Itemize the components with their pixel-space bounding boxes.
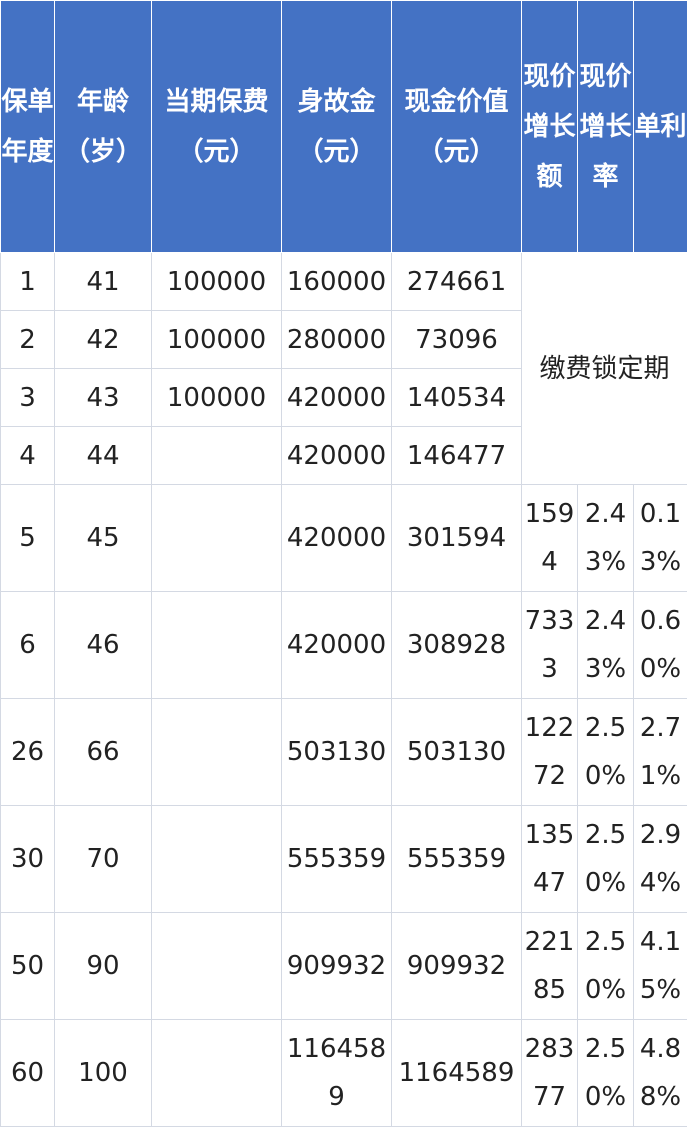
table-row: 6 46 420000 308928 7333 2.43% 0.60% — [0, 591, 687, 699]
cell-cv-increase: 7333 — [521, 591, 578, 699]
cell-year: 30 — [0, 805, 55, 913]
cell-cv-increase: 12272 — [521, 698, 578, 806]
cell-premium — [151, 591, 282, 699]
cell-premium — [151, 912, 282, 1020]
locked-period-cell: 缴费锁定期 — [521, 252, 687, 485]
table-row: 30 70 555359 555359 13547 2.50% 2.94% — [0, 805, 687, 913]
cell-age: 43 — [54, 368, 152, 427]
header-policy-year: 保单年度 — [0, 0, 55, 253]
cell-simple-interest: 0.60% — [633, 591, 687, 699]
cell-premium: 100000 — [151, 252, 282, 311]
cell-premium: 100000 — [151, 310, 282, 369]
cell-premium — [151, 426, 282, 485]
insurance-benefit-table: 保单年度 年龄（岁） 当期保费（元） 身故金（元） 现金价值（元） 现价增长额 … — [0, 0, 687, 1127]
cell-cv-growth-rate: 2.43% — [577, 591, 634, 699]
cell-cash-value: 909932 — [391, 912, 522, 1020]
cell-cv-increase: 13547 — [521, 805, 578, 913]
cell-premium — [151, 484, 282, 592]
cell-death-benefit: 555359 — [281, 805, 392, 913]
header-death-benefit: 身故金（元） — [281, 0, 392, 253]
cell-premium — [151, 1019, 282, 1127]
table-row: 5 45 420000 301594 1594 2.43% 0.13% — [0, 484, 687, 592]
cell-year: 4 — [0, 426, 55, 485]
cell-simple-interest: 4.88% — [633, 1019, 687, 1127]
cell-cash-value: 301594 — [391, 484, 522, 592]
cell-death-benefit: 420000 — [281, 484, 392, 592]
cell-year: 50 — [0, 912, 55, 1020]
cell-premium — [151, 698, 282, 806]
header-age: 年龄（岁） — [54, 0, 152, 253]
header-cash-value: 现金价值（元） — [391, 0, 522, 253]
cell-premium: 100000 — [151, 368, 282, 427]
cell-year: 3 — [0, 368, 55, 427]
cell-year: 1 — [0, 252, 55, 311]
cell-death-benefit: 503130 — [281, 698, 392, 806]
table-row: 1 41 100000 160000 274661 缴费锁定期 — [0, 252, 687, 485]
header-premium: 当期保费（元） — [151, 0, 282, 253]
cell-age: 42 — [54, 310, 152, 369]
cell-cash-value: 73096 — [391, 310, 522, 369]
cell-cash-value: 503130 — [391, 698, 522, 806]
cell-year: 6 — [0, 591, 55, 699]
cell-death-benefit: 280000 — [281, 310, 392, 369]
cell-premium — [151, 805, 282, 913]
cell-cv-increase: 28377 — [521, 1019, 578, 1127]
header-cv-growth-rate: 现价增长率 — [577, 0, 634, 253]
cell-age: 45 — [54, 484, 152, 592]
header-row: 保单年度 年龄（岁） 当期保费（元） 身故金（元） 现金价值（元） 现价增长额 … — [0, 0, 687, 253]
cell-cash-value: 308928 — [391, 591, 522, 699]
table-row: 60 100 1164589 1164589 28377 2.50% 4.88% — [0, 1019, 687, 1127]
cell-year: 5 — [0, 484, 55, 592]
cell-year: 26 — [0, 698, 55, 806]
table-row: 50 90 909932 909932 22185 2.50% 4.15% — [0, 912, 687, 1020]
cell-simple-interest: 2.94% — [633, 805, 687, 913]
cell-cv-increase: 22185 — [521, 912, 578, 1020]
cell-age: 41 — [54, 252, 152, 311]
cell-death-benefit: 1164589 — [281, 1019, 392, 1127]
cell-age: 70 — [54, 805, 152, 913]
cell-cv-growth-rate: 2.50% — [577, 912, 634, 1020]
cell-cv-growth-rate: 2.50% — [577, 805, 634, 913]
cell-year: 60 — [0, 1019, 55, 1127]
cell-cash-value: 146477 — [391, 426, 522, 485]
cell-cv-growth-rate: 2.43% — [577, 484, 634, 592]
cell-death-benefit: 160000 — [281, 252, 392, 311]
cell-simple-interest: 2.71% — [633, 698, 687, 806]
cell-age: 46 — [54, 591, 152, 699]
cell-death-benefit: 420000 — [281, 368, 392, 427]
cell-simple-interest: 0.13% — [633, 484, 687, 592]
cell-age: 100 — [54, 1019, 152, 1127]
cell-age: 90 — [54, 912, 152, 1020]
cell-death-benefit: 420000 — [281, 591, 392, 699]
cell-death-benefit: 420000 — [281, 426, 392, 485]
cell-year: 2 — [0, 310, 55, 369]
cell-simple-interest: 4.15% — [633, 912, 687, 1020]
cell-death-benefit: 909932 — [281, 912, 392, 1020]
cell-cv-increase: 1594 — [521, 484, 578, 592]
cell-cv-growth-rate: 2.50% — [577, 1019, 634, 1127]
header-simple-interest: 单利 — [633, 0, 687, 253]
cell-cash-value: 140534 — [391, 368, 522, 427]
cell-cash-value: 555359 — [391, 805, 522, 913]
cell-cash-value: 274661 — [391, 252, 522, 311]
table-row: 26 66 503130 503130 12272 2.50% 2.71% — [0, 698, 687, 806]
header-cv-increase: 现价增长额 — [521, 0, 578, 253]
cell-age: 44 — [54, 426, 152, 485]
cell-cash-value: 1164589 — [391, 1019, 522, 1127]
cell-cv-growth-rate: 2.50% — [577, 698, 634, 806]
cell-age: 66 — [54, 698, 152, 806]
